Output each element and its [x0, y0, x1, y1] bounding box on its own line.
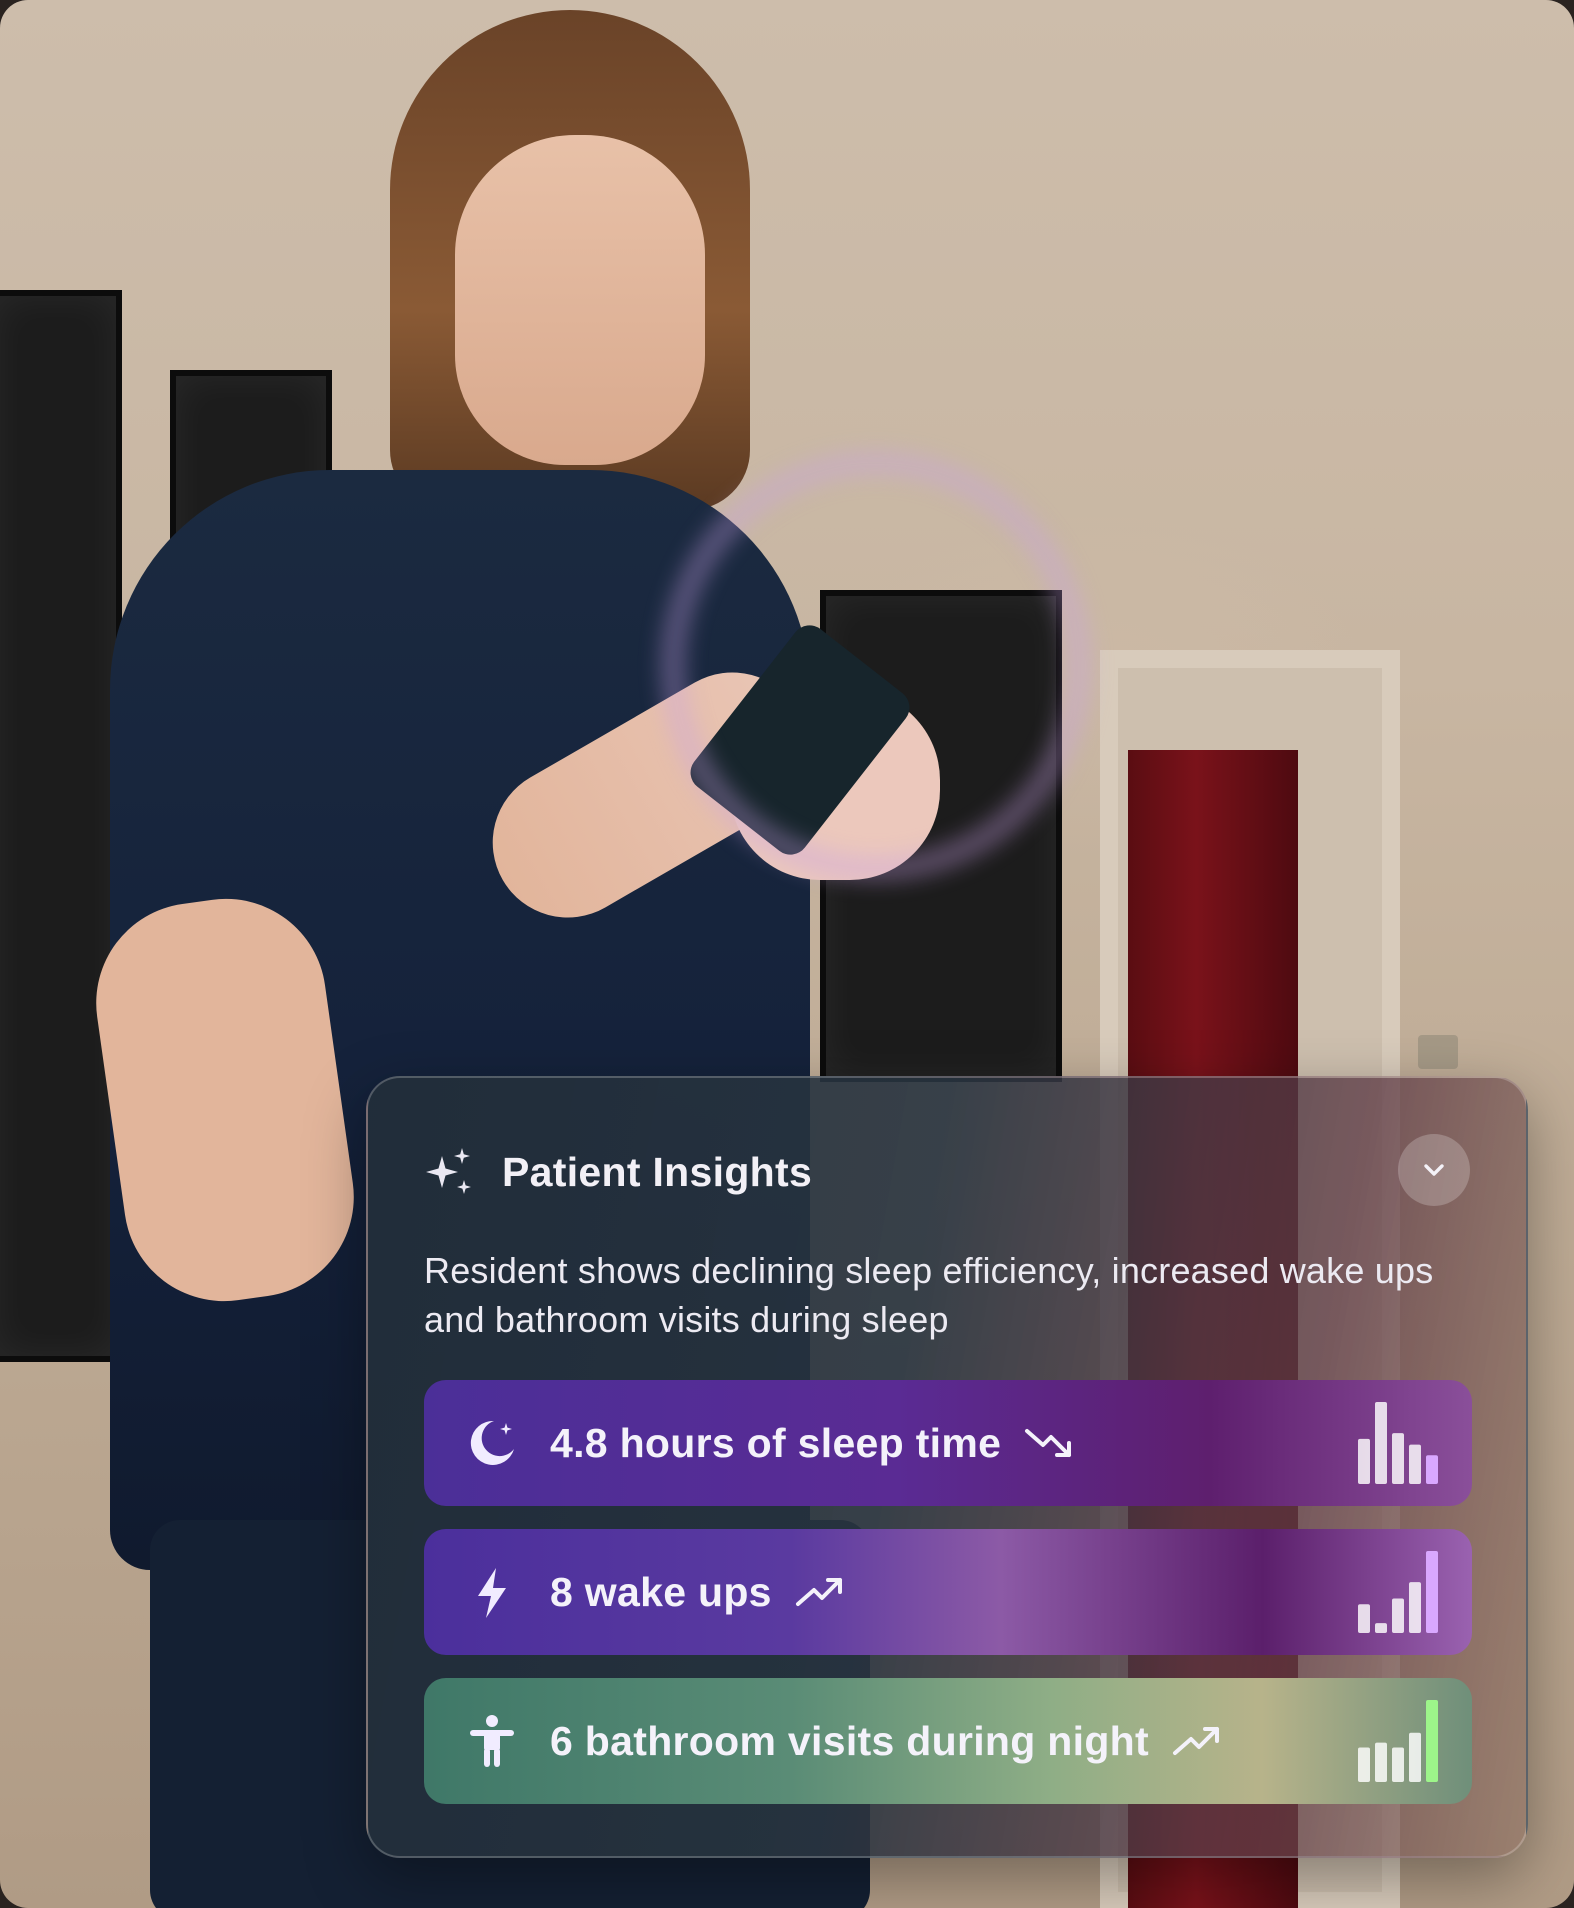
mini-chart-bar	[1426, 1700, 1438, 1782]
person-icon	[470, 1715, 514, 1767]
metric-wake-ups[interactable]: 8 wake ups	[424, 1529, 1472, 1655]
trend-up-icon	[1172, 1727, 1219, 1755]
wall-picture-frame	[0, 290, 122, 1362]
mini-chart-bar	[1375, 1742, 1387, 1782]
insight-summary: Resident shows declining sleep efficienc…	[424, 1250, 1434, 1340]
mini-chart-bar	[1375, 1623, 1387, 1633]
mini-bar-chart	[1358, 1402, 1438, 1484]
light-switch	[1418, 1035, 1458, 1069]
metric-label: 8 wake ups	[550, 1568, 772, 1615]
background-photo: Patient Insights Resident shows declinin…	[0, 0, 1574, 1908]
metric-label: 6 bathroom visits during night	[550, 1717, 1149, 1764]
patient-insights-card: Patient Insights Resident shows declinin…	[366, 1076, 1528, 1858]
collapse-button[interactable]	[1398, 1134, 1470, 1206]
mini-chart-bar	[1409, 1444, 1421, 1484]
chevron-down-icon	[1424, 1164, 1444, 1176]
mini-chart-bar	[1392, 1598, 1404, 1633]
metric-bathroom-visits[interactable]: 6 bathroom visits during night	[424, 1678, 1472, 1804]
mini-chart-bar	[1409, 1732, 1421, 1782]
mini-chart-bar	[1358, 1604, 1370, 1633]
moon-icon	[470, 1420, 514, 1465]
mini-chart-bar	[1392, 1747, 1404, 1782]
mini-bar-chart	[1358, 1551, 1438, 1633]
mini-chart-bar	[1426, 1551, 1438, 1633]
trend-down-icon	[1025, 1429, 1072, 1457]
metric-label: 4.8 hours of sleep time	[550, 1419, 1002, 1466]
mini-chart-bar	[1392, 1433, 1404, 1484]
trend-up-icon	[795, 1578, 842, 1606]
card-title: Patient Insights	[502, 1148, 813, 1195]
mini-chart-bar	[1426, 1455, 1438, 1484]
sparkle-icon	[426, 1148, 471, 1194]
mini-bar-chart	[1358, 1700, 1438, 1782]
mini-chart-bar	[1375, 1402, 1387, 1484]
person-face	[455, 135, 705, 465]
signal-glow	[660, 450, 1092, 882]
mini-chart-bar	[1409, 1582, 1421, 1633]
metric-sleep-time[interactable]: 4.8 hours of sleep time	[424, 1380, 1472, 1506]
card-header: Patient Insights	[424, 1146, 812, 1198]
lightning-icon	[478, 1568, 506, 1618]
mini-chart-bar	[1358, 1747, 1370, 1782]
mini-chart-bar	[1358, 1438, 1370, 1484]
